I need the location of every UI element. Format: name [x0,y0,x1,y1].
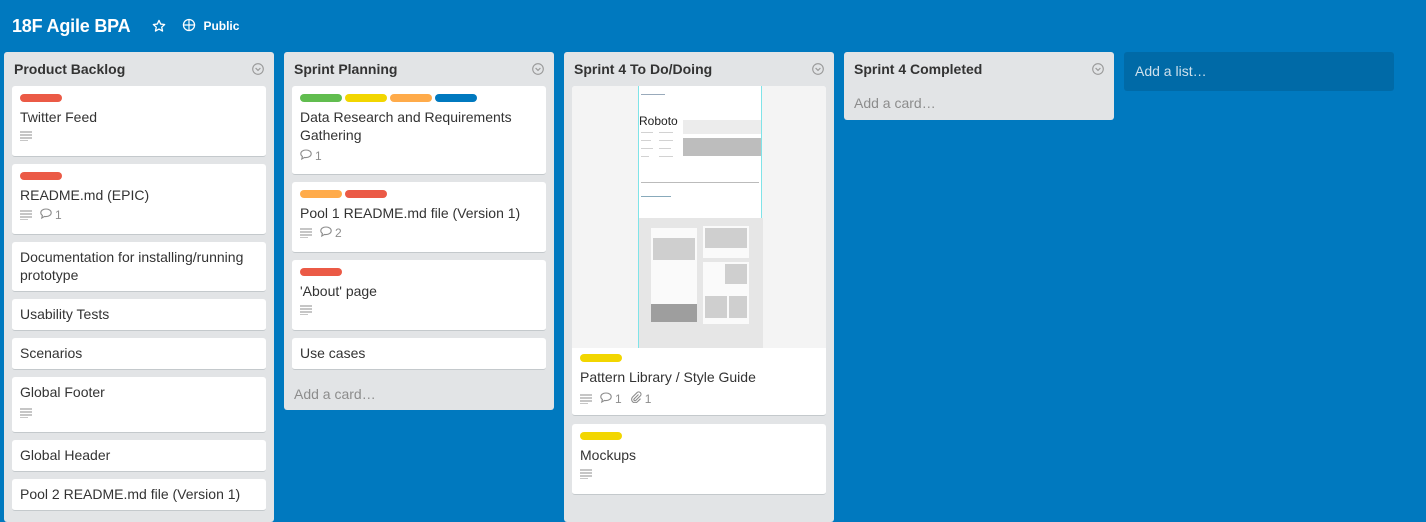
card-title: Mockups [580,447,637,463]
visibility-button[interactable]: Public [182,18,239,35]
label-yellow [345,94,387,102]
label-red [20,94,62,102]
label-green [300,94,342,102]
comment-count: 1 [615,391,622,406]
description-icon [20,408,32,418]
card-pool2-readme[interactable]: Pool 2 README.md file (Version 1) [12,479,266,511]
add-card-button[interactable]: Add a card… [854,95,936,111]
card-about-page[interactable]: 'About' page [292,260,546,331]
card-global-footer[interactable]: Global Footer [12,377,266,433]
cover-font-sample: Roboto [639,114,678,128]
card-title: 'About' page [300,283,377,299]
description-icon [580,469,592,479]
card-global-header[interactable]: Global Header [12,440,266,472]
list-header: Sprint 4 Completed [844,52,1114,86]
label-red [300,268,342,276]
card-use-cases[interactable]: Use cases [292,338,546,370]
card-scenarios[interactable]: Scenarios [12,338,266,370]
card-pattern-library[interactable]: Roboto Pattern Library / Style Guide 1 1 [572,86,826,416]
list-menu-icon[interactable] [532,62,544,75]
list-sprint-planning: Sprint Planning Data Research and Requir… [284,52,554,410]
visibility-label: Public [203,19,240,33]
list-header: Sprint Planning [284,52,554,86]
add-card-button[interactable]: Add a card… [294,386,376,402]
comment-icon [40,208,52,222]
card-readme-epic[interactable]: README.md (EPIC) 1 [12,164,266,235]
add-list-label: Add a list… [1135,63,1207,79]
board-header: 18F Agile BPA Public [0,0,1426,52]
description-icon [580,393,592,404]
list-header: Product Backlog [4,52,274,86]
description-icon [300,228,312,238]
list-title[interactable]: Product Backlog [14,61,125,77]
card-title: Pattern Library / Style Guide [580,369,756,385]
label-orange [390,94,432,102]
label-orange [300,190,342,198]
globe-icon [182,18,196,35]
card-title: Pool 1 README.md file (Version 1) [300,205,521,221]
list-product-backlog: Product Backlog Twitter Feed README.md (… [4,52,274,522]
list-menu-icon[interactable] [1092,62,1104,75]
star-icon[interactable] [150,17,168,35]
description-icon [20,210,32,220]
label-red [345,190,387,198]
card-title: Usability Tests [20,306,110,322]
comment-count: 1 [55,208,62,222]
card-title: Pool 2 README.md file (Version 1) [20,486,241,502]
list-sprint4-todo: Sprint 4 To Do/Doing Roboto Pattern Libr… [564,52,834,522]
comments-badge: 1 [40,208,62,222]
comment-count: 1 [315,149,322,163]
label-blue [435,94,477,102]
card-title: Global Header [20,447,111,463]
card-title: Scenarios [20,345,83,361]
description-icon [20,131,32,141]
board-title[interactable]: 18F Agile BPA [12,16,131,37]
card-title: README.md (EPIC) [20,187,150,203]
card-pool1-readme[interactable]: Pool 1 README.md file (Version 1) 2 [292,182,546,253]
comments-badge: 2 [320,226,342,240]
comment-icon [300,149,312,163]
label-red [20,172,62,180]
list-title[interactable]: Sprint 4 To Do/Doing [574,61,712,77]
board-lists: Product Backlog Twitter Feed README.md (… [0,52,1426,522]
list-title[interactable]: Sprint 4 Completed [854,61,982,77]
comment-icon [320,226,332,240]
comments-badge: 1 [300,149,322,163]
attachment-count: 1 [644,391,652,406]
card-title: Data Research and Requirements Gathering [300,109,512,143]
card-title: Use cases [300,345,366,361]
card-usability-tests[interactable]: Usability Tests [12,299,266,331]
card-documentation[interactable]: Documentation for installing/running pro… [12,242,266,292]
description-icon [300,305,312,315]
card-data-research[interactable]: Data Research and Requirements Gathering… [292,86,546,175]
label-yellow [580,432,622,440]
list-header: Sprint 4 To Do/Doing [564,52,834,86]
card-title: Twitter Feed [20,109,98,125]
list-sprint4-completed: Sprint 4 Completed Add a card… [844,52,1114,120]
paperclip-icon [630,391,642,406]
card-title: Global Footer [20,384,105,400]
list-menu-icon[interactable] [812,62,824,75]
card-twitter-feed[interactable]: Twitter Feed [12,86,266,157]
card-mockups[interactable]: Mockups [572,424,826,495]
card-cover-image: Roboto [572,86,826,348]
list-title[interactable]: Sprint Planning [294,61,397,77]
label-yellow [580,354,622,362]
comment-count: 2 [335,226,342,240]
card-title: Documentation for installing/running pro… [20,249,244,283]
attachments-badge: 1 [630,391,652,406]
list-menu-icon[interactable] [252,62,264,75]
style-guide-thumbnail: Roboto [638,86,763,348]
add-list-button[interactable]: Add a list… [1124,52,1394,91]
comments-badge: 1 [600,392,622,406]
comment-icon [600,391,612,406]
